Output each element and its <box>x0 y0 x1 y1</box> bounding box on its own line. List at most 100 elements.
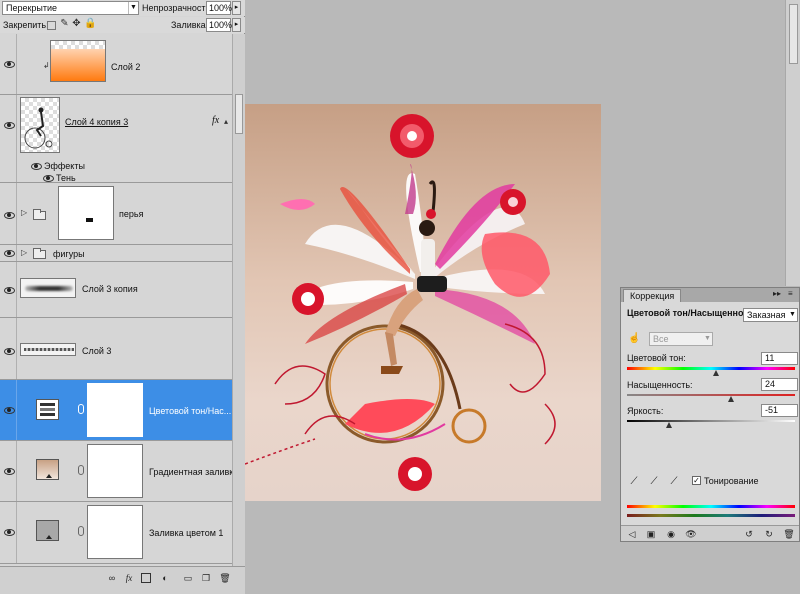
channel-select[interactable]: Все ▼ <box>649 332 713 346</box>
blend-mode-value: Перекрытие <box>6 3 58 13</box>
layer-row[interactable]: ▷ перья <box>0 183 232 245</box>
eye-icon[interactable] <box>42 173 54 183</box>
link-icon[interactable] <box>78 526 84 536</box>
artwork <box>245 114 556 491</box>
layer-thumbnail <box>20 97 60 153</box>
eyedropper-minus-icon[interactable]: ⟋ <box>669 476 679 488</box>
layer-row[interactable]: Слой 3 <box>0 318 232 380</box>
layer-row[interactable]: Заливка цветом 1 <box>0 502 232 564</box>
layer-name: Заливка цветом 1 <box>149 528 224 538</box>
saturation-input[interactable]: 24 <box>761 378 798 391</box>
chevron-down-icon: ▼ <box>704 335 711 342</box>
opacity-stepper[interactable]: ▸ <box>232 1 241 15</box>
panel-tabbar: Коррекция ▸▸ ≡ <box>621 288 799 302</box>
eye-icon[interactable] <box>3 59 15 69</box>
mask-icon[interactable] <box>141 573 151 583</box>
folder-icon <box>33 248 46 259</box>
tab-correction[interactable]: Коррекция <box>623 289 682 302</box>
saturation-slider-knob[interactable] <box>728 396 735 402</box>
new-layer-icon[interactable]: ❐ <box>200 572 212 584</box>
layer-row[interactable]: ▷ фигуры <box>0 245 232 262</box>
eye-icon[interactable] <box>3 248 15 258</box>
gradient-fill-icon <box>36 459 59 480</box>
preset-select[interactable]: Заказная ▼ <box>743 308 798 322</box>
fill-label: Заливка: <box>171 20 209 30</box>
mask-thumbnail <box>87 505 143 559</box>
layer-row-selected[interactable]: Цветовой тон/Нас... <box>0 380 232 441</box>
move-icon[interactable]: ✥ <box>71 18 82 30</box>
chevron-down-icon: ▼ <box>128 2 138 14</box>
group-mask-thumbnail <box>58 186 114 240</box>
layer-row[interactable]: Градиентная заливк... <box>0 441 241 502</box>
visibility-column <box>0 95 17 182</box>
opacity-input[interactable]: 100% <box>206 1 232 15</box>
folder-icon[interactable]: ▭ <box>182 572 194 584</box>
eye-icon[interactable] <box>3 405 15 415</box>
expand-arrow-icon[interactable]: ▷ <box>21 208 27 217</box>
figure-thumbnail-icon <box>24 107 53 149</box>
visibility-icon[interactable]: 👁 <box>685 528 697 540</box>
panel-footer: ◁ ▣ ◉ 👁 ↺ ↻ 🗑 <box>621 525 799 541</box>
brush-icon[interactable]: ✎ <box>59 18 70 30</box>
blend-mode-select[interactable]: Перекрытие ▼ <box>2 1 139 15</box>
eye-icon[interactable] <box>3 527 15 537</box>
photoshop-window: Перекрытие ▼ Непрозрачность: 100% ▸ Закр… <box>0 0 800 594</box>
clip-icon[interactable]: ◉ <box>665 528 677 540</box>
preset-value: Заказная <box>747 310 786 320</box>
eye-icon[interactable] <box>3 466 15 476</box>
saturation-label: Насыщенность: <box>627 380 693 390</box>
link-icon[interactable] <box>78 465 84 475</box>
eyedropper-icon[interactable]: ⟋ <box>629 476 639 488</box>
hue-saturation-adjustment-icon <box>36 399 59 420</box>
view-icon[interactable]: ▣ <box>645 528 657 540</box>
adjustments-panel: Коррекция ▸▸ ≡ Цветовой тон/Насыщенность… <box>620 287 800 542</box>
adjustment-icon[interactable]: ◐ <box>159 572 171 584</box>
trash-icon[interactable]: 🗑 <box>783 528 795 540</box>
layers-scrollbar[interactable] <box>232 34 245 566</box>
reset-icon[interactable]: ↻ <box>763 528 775 540</box>
lightness-track <box>627 420 795 422</box>
eyedropper-plus-icon[interactable]: ⟋ <box>649 476 659 488</box>
eye-icon[interactable] <box>3 346 15 356</box>
hand-target-icon[interactable]: ☝ <box>628 333 640 344</box>
fx-icon[interactable]: fx <box>212 115 219 126</box>
expand-arrow-icon[interactable]: ▷ <box>21 248 27 257</box>
clip-arrow-icon: ↲ <box>43 61 50 70</box>
scrollbar-thumb[interactable] <box>789 4 798 64</box>
previous-state-icon[interactable]: ↺ <box>743 528 755 540</box>
layer-row[interactable]: Слой 3 копия <box>0 262 232 318</box>
saturation-track <box>627 394 795 396</box>
fx-icon[interactable]: fx <box>123 572 135 584</box>
fill-stepper[interactable]: ▸ <box>232 18 241 32</box>
decorative-swirls <box>245 323 556 465</box>
collapse-arrow-icon[interactable]: ▴ <box>224 117 228 126</box>
eye-icon[interactable] <box>3 210 15 220</box>
canvas-scrollbar[interactable] <box>785 0 800 286</box>
layer-row[interactable]: Слой 4 копия 3 fx ▴ Эффекты Тень <box>0 95 232 183</box>
eye-icon[interactable] <box>3 285 15 295</box>
layer-name: Слой 4 копия 3 <box>65 117 129 127</box>
hue-slider-knob[interactable] <box>713 370 720 376</box>
trash-icon[interactable]: 🗑 <box>219 572 231 584</box>
scrollbar-thumb[interactable] <box>235 94 243 134</box>
panel-menu-icon[interactable]: ≡ <box>788 289 793 298</box>
document-canvas[interactable] <box>245 104 601 501</box>
penny-farthing <box>325 322 487 444</box>
hue-input[interactable]: 11 <box>761 352 798 365</box>
eye-icon[interactable] <box>30 161 42 171</box>
lock-icon[interactable]: 🔒 <box>84 18 96 30</box>
fill-input[interactable]: 100% <box>206 18 232 32</box>
lightness-slider-knob[interactable] <box>666 422 672 428</box>
lock-transparency-icon[interactable] <box>47 21 56 30</box>
collapse-icon[interactable]: ▸▸ <box>773 289 781 298</box>
eye-icon[interactable] <box>3 120 15 130</box>
back-icon[interactable]: ◁ <box>626 528 638 540</box>
channel-value: Все <box>653 334 669 344</box>
hue-spectrum <box>627 367 795 370</box>
colorize-checkbox[interactable]: ✓ <box>692 476 701 485</box>
link-icon[interactable]: ∞ <box>106 572 118 584</box>
layer-row[interactable]: ↲ Слой 2 <box>0 34 232 95</box>
layer-name: перья <box>119 209 144 219</box>
link-icon[interactable] <box>78 404 84 414</box>
lightness-input[interactable]: -51 <box>761 404 798 417</box>
